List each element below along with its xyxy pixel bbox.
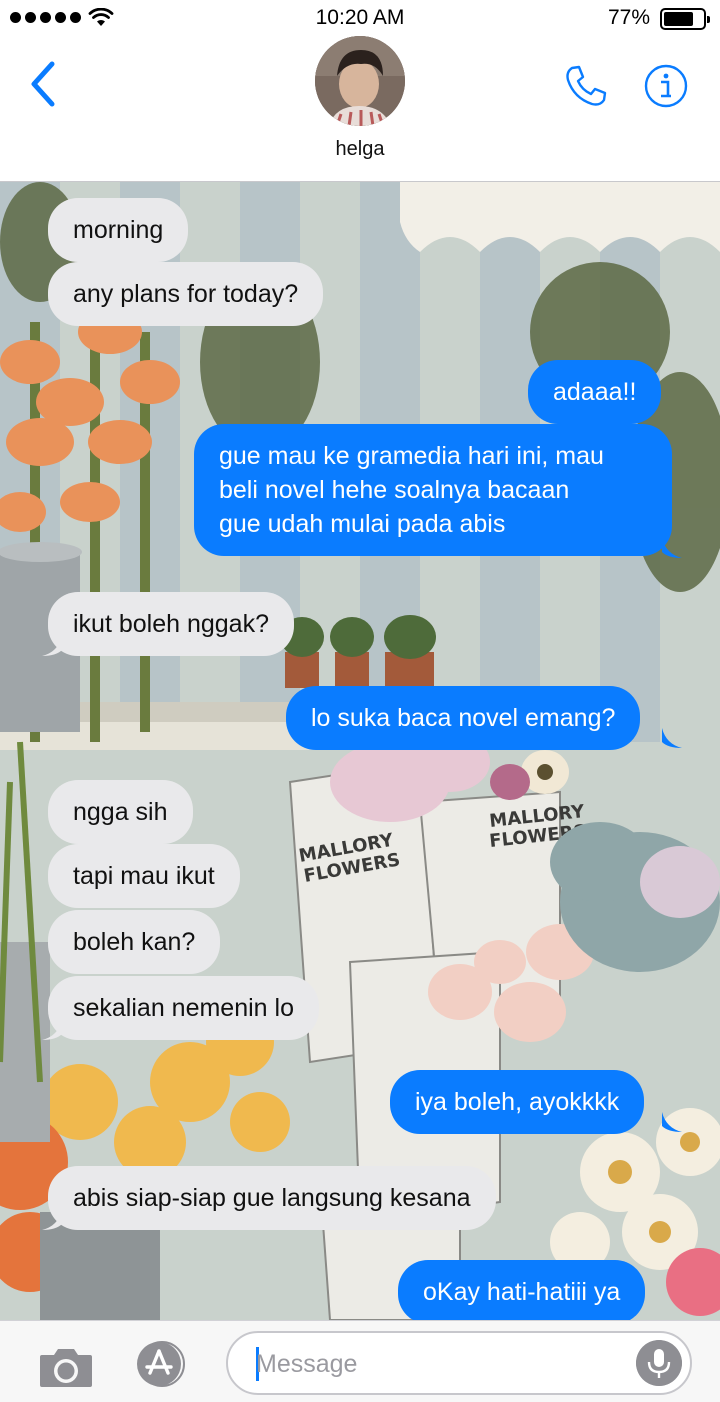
message-bubble-incoming[interactable]: ikut boleh nggak? — [48, 592, 294, 656]
contact-name[interactable]: helga — [0, 138, 720, 161]
back-button[interactable] — [24, 56, 64, 112]
chevron-left-icon — [31, 61, 55, 107]
flower-shop-wallpaper: MALLORY FLOWERS MALLORY FLOWERS — [0, 182, 720, 1320]
message-bubble-outgoing[interactable]: oKay hati-hatiii ya — [398, 1260, 646, 1320]
message-line: gue udah mulai pada abis — [219, 510, 506, 538]
message-input[interactable] — [256, 1345, 616, 1383]
message-bubble-outgoing[interactable]: gue mau ke gramedia hari ini, mau beli n… — [194, 424, 672, 556]
message-bubble-incoming[interactable]: boleh kan? — [48, 910, 221, 974]
camera-button[interactable] — [38, 1343, 94, 1389]
message-bubble-incoming[interactable]: any plans for today? — [48, 262, 324, 326]
battery-icon — [660, 8, 710, 30]
bubble-tail — [42, 1020, 62, 1040]
bubble-tail — [662, 1112, 682, 1132]
message-input-field[interactable] — [226, 1331, 692, 1395]
battery-percent: 77% — [607, 6, 650, 29]
conversation-header: helga — [0, 36, 720, 182]
info-icon — [644, 64, 688, 108]
message-bubble-outgoing[interactable]: lo suka baca novel emang? — [286, 686, 641, 750]
compose-bar — [0, 1320, 720, 1402]
microphone-icon — [636, 1340, 682, 1386]
message-thread[interactable]: MALLORY FLOWERS MALLORY FLOWERS morning … — [0, 182, 720, 1320]
message-line: beli novel hehe soalnya bacaan — [219, 476, 570, 504]
info-button[interactable] — [642, 62, 690, 110]
battery-fill — [664, 12, 694, 26]
bubble-tail — [42, 1210, 62, 1230]
avatar-photo — [315, 36, 405, 126]
app-drawer-button[interactable] — [130, 1339, 194, 1389]
camera-icon — [40, 1349, 92, 1387]
dictation-button[interactable] — [636, 1340, 682, 1386]
message-bubble-incoming[interactable]: abis siap-siap gue langsung kesana — [48, 1166, 496, 1230]
message-line: gue mau ke gramedia hari ini, mau — [219, 442, 604, 470]
status-bar: 10:20 AM 77% — [0, 0, 720, 36]
bubble-tail — [42, 636, 62, 656]
contact-avatar[interactable] — [315, 36, 405, 126]
message-bubble-outgoing[interactable]: adaaa!! — [528, 360, 662, 424]
message-bubble-incoming[interactable]: sekalian nemenin lo — [48, 976, 319, 1040]
phone-icon — [566, 65, 607, 106]
call-button[interactable] — [562, 62, 610, 110]
message-bubble-incoming[interactable]: morning — [48, 198, 189, 262]
message-bubble-incoming[interactable]: ngga sih — [48, 780, 193, 844]
message-bubble-incoming[interactable]: tapi mau ikut — [48, 844, 240, 908]
message-bubble-outgoing[interactable]: iya boleh, ayokkkk — [390, 1070, 645, 1134]
app-store-icon — [137, 1341, 185, 1387]
bubble-tail — [662, 538, 682, 558]
bubble-tail — [662, 728, 682, 748]
